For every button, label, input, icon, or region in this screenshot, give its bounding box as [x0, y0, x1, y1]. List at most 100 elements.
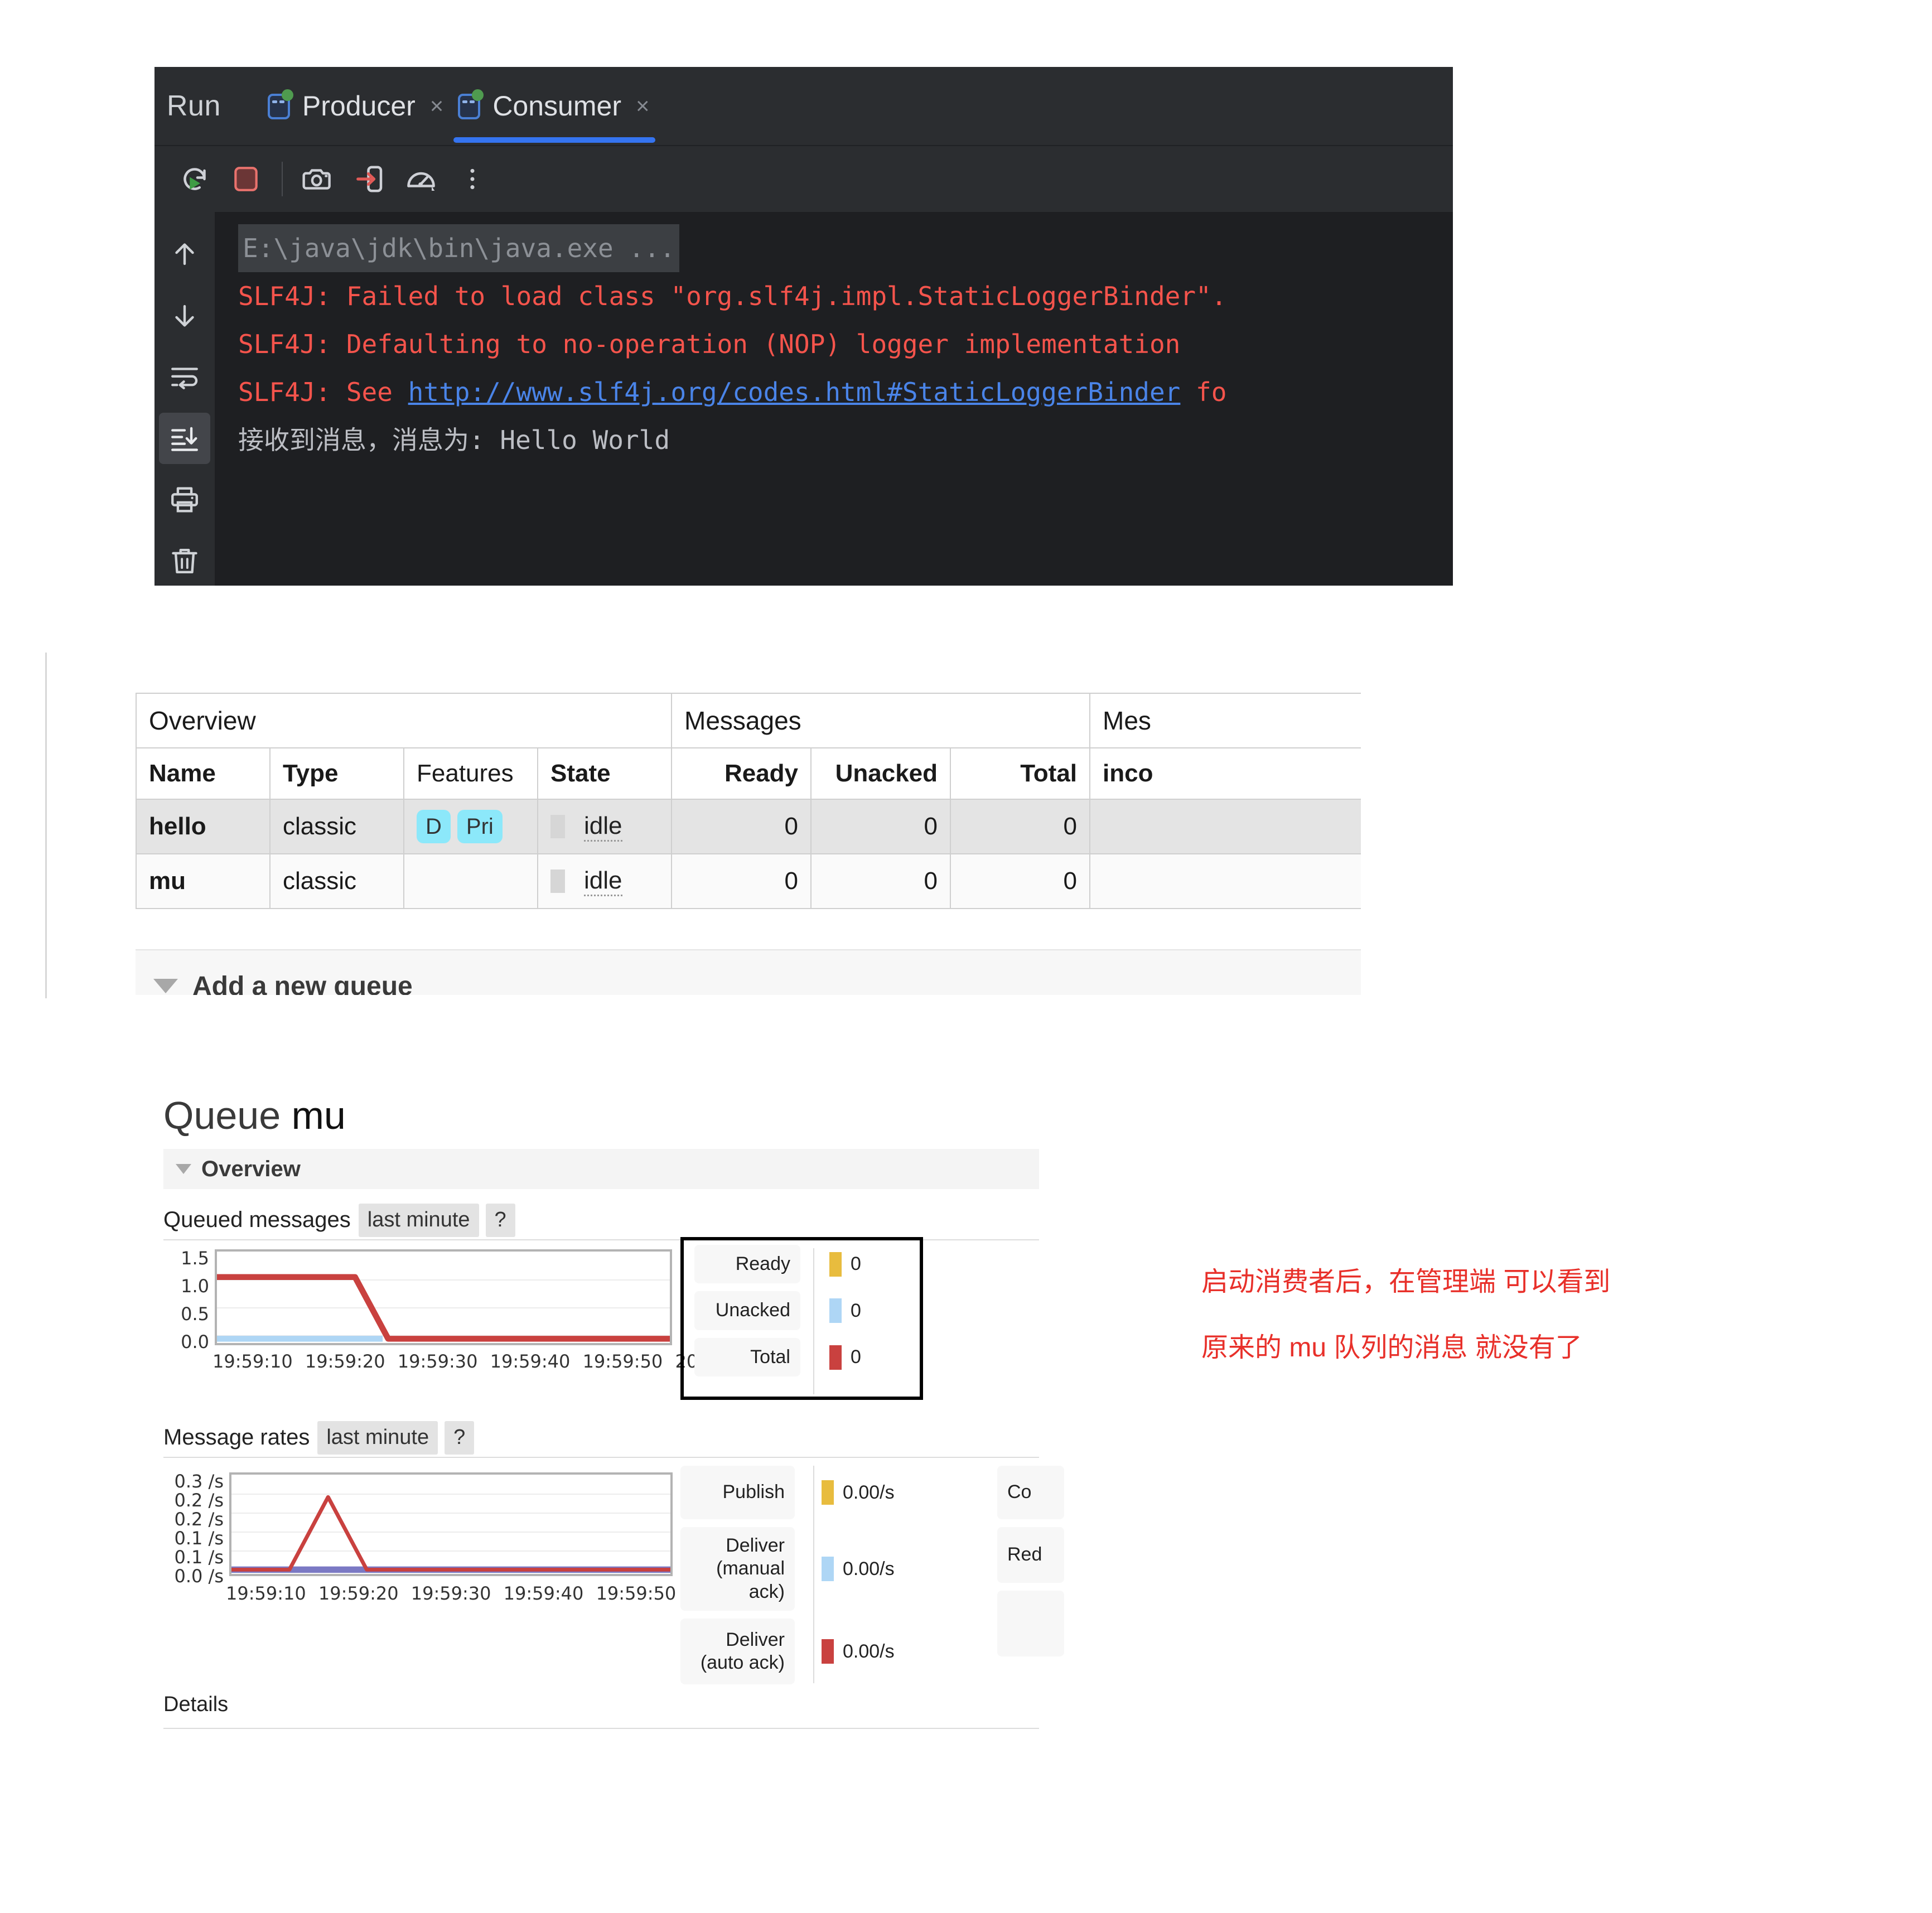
queue-name-link[interactable]: hello — [149, 813, 206, 840]
gauge-icon[interactable] — [395, 153, 447, 205]
tab-producer[interactable]: Producer × — [261, 67, 451, 145]
message-rates-divider — [163, 1457, 1039, 1458]
more-vertical-icon[interactable] — [447, 153, 498, 205]
legend-swatch — [822, 1480, 834, 1505]
queued-messages-range-chip[interactable]: last minute — [358, 1204, 479, 1237]
message-rates-plot — [229, 1472, 673, 1576]
message-rates-range-chip[interactable]: last minute — [317, 1421, 438, 1455]
camera-icon[interactable] — [293, 153, 344, 205]
messages-incoming — [1089, 799, 1361, 854]
stop-button[interactable] — [220, 153, 272, 205]
x-tick: 19:59:50 — [582, 1351, 663, 1372]
add-queue-section-toggle[interactable]: Add a new queue — [136, 949, 1361, 995]
column-header-total[interactable]: Total — [950, 747, 1091, 800]
x-tick: 19:59:30 — [410, 1583, 491, 1604]
column-header-ready[interactable]: Ready — [671, 747, 812, 800]
page-left-rule — [45, 653, 47, 998]
slf4j-codes-link[interactable]: http://www.slf4j.org/codes.html#StaticLo… — [408, 377, 1181, 407]
overview-section-toggle[interactable]: Overview — [163, 1149, 1039, 1189]
queued-messages-y-axis: 1.5 1.0 0.5 0.0 — [163, 1249, 209, 1351]
legend-value-text: 0.00/s — [843, 1640, 895, 1662]
scroll-to-end-icon[interactable] — [159, 413, 210, 464]
legend-value-deliver-manual-ack: 0.00/s — [822, 1557, 895, 1581]
console-error-line-2: SLF4J: Defaulting to no-operation (NOP) … — [238, 329, 1181, 359]
x-tick: 19:59:40 — [503, 1583, 584, 1604]
queued-messages-header: Queued messages last minute ? — [163, 1204, 522, 1237]
page-title-prefix: Queue — [163, 1094, 292, 1137]
arrow-up-icon[interactable] — [159, 229, 210, 280]
y-tick: 0.2 /s — [174, 1509, 224, 1530]
message-rates-y-axis: 0.3 /s 0.2 /s 0.2 /s 0.1 /s 0.1 /s 0.0 /… — [163, 1472, 224, 1585]
legend-value-ready: 0 — [829, 1252, 861, 1277]
table-row[interactable]: mu classic idle 0 0 0 — [136, 853, 1361, 909]
page-title-queue-name: mu — [291, 1094, 346, 1137]
queued-messages-plot — [215, 1249, 672, 1345]
feature-badge-durable: D — [417, 810, 451, 843]
legend-label-ready: Ready — [694, 1245, 800, 1284]
legend-value-text: 0 — [851, 1300, 861, 1321]
details-section-label: Details — [163, 1693, 229, 1716]
annotation-line-2: 原来的 mu 队列的消息 就没有了 — [1201, 1333, 1582, 1363]
run-tool-window-title: Run — [167, 90, 221, 122]
column-header-name[interactable]: Name — [136, 747, 271, 800]
queued-messages-help-icon[interactable]: ? — [485, 1204, 515, 1237]
queues-table-container: Overview Messages Mes Name Type Features… — [136, 693, 1361, 916]
legend-swatch — [822, 1557, 834, 1581]
rerun-button[interactable] — [169, 153, 220, 205]
legend-divider — [813, 1466, 814, 1683]
legend-item[interactable]: Total 0 — [694, 1337, 917, 1377]
legend-label-publish: Publish — [680, 1466, 795, 1519]
y-tick: 0.0 — [181, 1331, 209, 1352]
legend-swatch — [829, 1252, 842, 1277]
legend-item[interactable]: Red — [997, 1527, 1064, 1583]
column-header-state[interactable]: State — [537, 747, 673, 800]
trash-icon[interactable] — [159, 535, 210, 586]
tab-consumer[interactable]: Consumer × — [451, 67, 657, 145]
toolbar-divider — [282, 162, 283, 196]
message-rates-help-icon[interactable]: ? — [445, 1421, 475, 1455]
queued-messages-x-axis: 19:59:10 19:59:20 19:59:30 19:59:40 19:5… — [212, 1351, 762, 1372]
column-header-type[interactable]: Type — [269, 747, 404, 800]
queue-name-link[interactable]: mu — [149, 867, 186, 895]
console-gutter-toolbar — [154, 212, 215, 586]
close-icon[interactable]: × — [430, 94, 444, 118]
queue-features — [403, 853, 538, 909]
messages-total: 0 — [950, 853, 1091, 909]
column-header-features[interactable]: Features — [403, 747, 538, 800]
legend-item[interactable]: Co — [997, 1466, 1064, 1519]
legend-value-text: 0 — [851, 1253, 861, 1275]
legend-item[interactable]: Deliver (auto ack) 0.00/s — [680, 1619, 915, 1684]
message-rates-chart: 0.3 /s 0.2 /s 0.2 /s 0.1 /s 0.1 /s 0.0 /… — [163, 1472, 769, 1604]
legend-item[interactable]: Unacked 0 — [694, 1291, 917, 1330]
group-header-overview: Overview — [136, 693, 673, 748]
state-label: idle — [584, 812, 622, 842]
legend-item[interactable]: Deliver (manual ack) 0.00/s — [680, 1527, 915, 1611]
table-row[interactable]: hello classic D Pri idle 0 0 0 — [136, 799, 1361, 854]
legend-label-unacked: Unacked — [694, 1291, 800, 1330]
group-header-messages: Messages — [671, 693, 1091, 748]
queue-type: classic — [269, 799, 404, 854]
column-header-unacked[interactable]: Unacked — [810, 747, 951, 800]
legend-value-publish: 0.00/s — [822, 1480, 895, 1505]
arrow-down-icon[interactable] — [159, 290, 210, 341]
legend-swatch — [829, 1298, 842, 1323]
chevron-down-icon — [153, 979, 178, 993]
group-header-message-rates: Mes — [1089, 693, 1361, 748]
x-tick: 19:59:20 — [305, 1351, 385, 1372]
close-icon[interactable]: × — [636, 94, 650, 118]
add-queue-title: Add a new queue — [192, 971, 413, 996]
legend-item[interactable]: Ready 0 — [694, 1245, 917, 1284]
run-tool-window-tabbar: Run Producer × Consumer × — [154, 67, 1453, 145]
legend-item[interactable] — [997, 1591, 1064, 1656]
console-text[interactable]: E:\java\jdk\bin\java.exe ... SLF4J: Fail… — [215, 212, 1453, 586]
overview-section-label: Overview — [201, 1156, 301, 1181]
y-tick: 1.0 — [181, 1276, 209, 1297]
soft-wrap-icon[interactable] — [159, 351, 210, 403]
legend-item[interactable]: Publish 0.00/s — [680, 1466, 915, 1519]
printer-icon[interactable] — [159, 474, 210, 525]
legend-divider — [813, 1248, 814, 1394]
x-tick: 19:59:30 — [397, 1351, 478, 1372]
column-header-incoming[interactable]: inco — [1089, 747, 1361, 800]
state-label: idle — [584, 867, 622, 896]
export-icon[interactable] — [344, 153, 395, 205]
